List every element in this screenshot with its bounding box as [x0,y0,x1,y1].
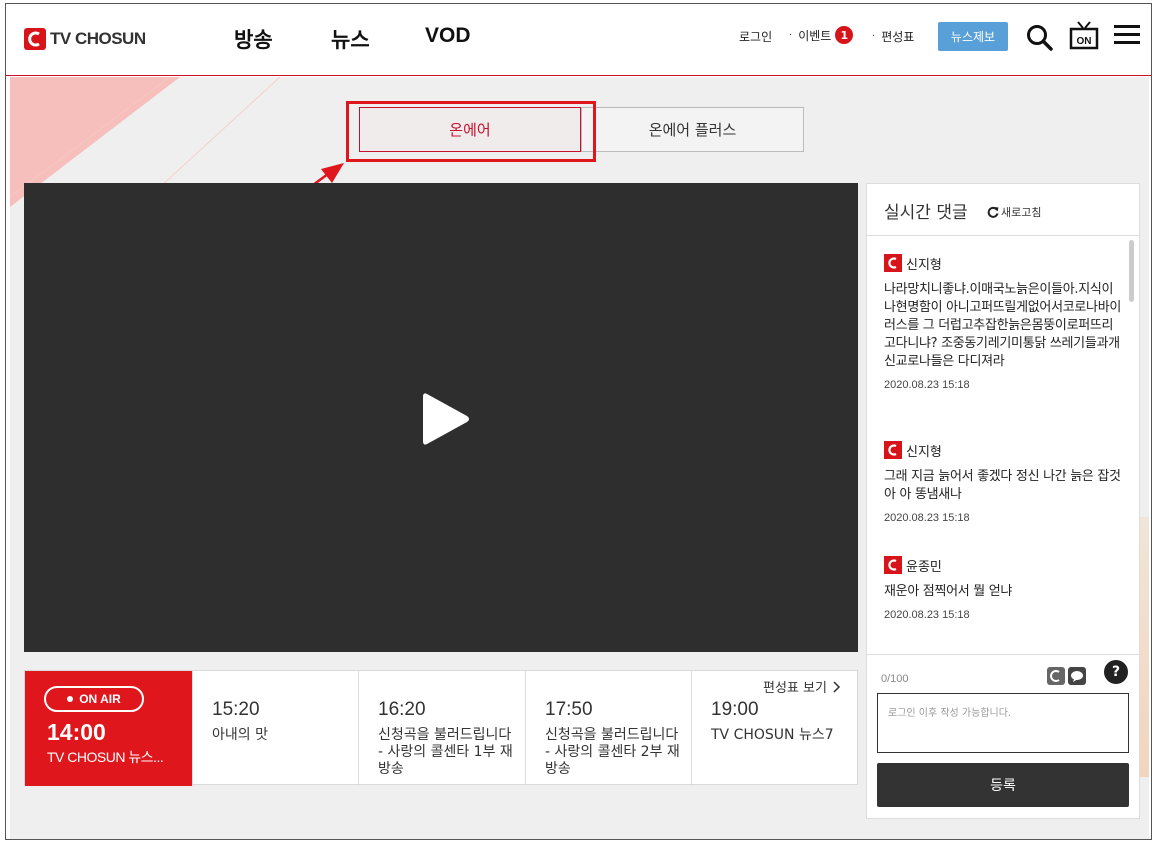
schedule-link[interactable]: · 편성표 [872,28,914,45]
schedule-label: 편성표 [881,30,915,44]
live-dot-icon [67,696,74,702]
comment-item: 윤종민 재운아 점찍어서 뭘 얻냐 2020.08.23 15:18 [884,555,1124,621]
svg-text:ON: ON [1077,36,1092,47]
comment-author: 윤종민 [884,555,1124,575]
slot-time: 17:50 [545,699,593,720]
slot-title: 신청곡을 불러드립니다 - 사랑의 콜센타 1부 재방송 [378,727,513,777]
slot-title: 신청곡을 불러드립니다 - 사랑의 콜센타 2부 재방송 [545,727,680,777]
help-icon[interactable]: ? [1104,660,1128,684]
submit-comment-button[interactable]: 등록 [877,763,1129,807]
schedule-strip: ON AIR 14:00 TV CHOSUN 뉴스... 15:20 아내의 맛… [24,670,858,786]
comment-item: 신지형 나라망치니좋냐.이매국노늙은이들아.지식이나현명함이 아니고퍼뜨릴게없어… [884,253,1124,391]
comment-date: 2020.08.23 15:18 [884,379,970,391]
nav-broadcast[interactable]: 방송 [234,24,273,54]
slot-time: 15:20 [212,699,260,720]
comment-author-name: 윤종민 [906,559,942,575]
browser-frame: TV CHOSUN 방송 뉴스 VOD 로그인 · 이벤트 1 · 편성표 뉴스… [5,3,1152,840]
comments-list[interactable]: 신지형 나라망치니좋냐.이매국노늙은이들아.지식이나현명함이 아니고퍼뜨릴게없어… [867,237,1139,652]
comments-title: 실시간 댓글 [884,203,968,223]
menu-icon[interactable] [1114,24,1140,50]
video-player[interactable] [24,183,858,652]
slot-title: 아내의 맛 [212,727,268,743]
char-count: 0/100 [881,673,909,685]
nav-news[interactable]: 뉴스 [331,24,370,54]
comment-text: 재운아 점찍어서 뭘 얻냐 [884,584,1013,599]
slot-time: 19:00 [711,699,759,720]
comment-author-name: 신지형 [906,257,942,273]
refresh-button[interactable]: 새로고침 [987,204,1041,220]
separator-dot: · [872,31,876,42]
annotation-highlight-box [346,101,596,162]
comment-compose: 0/100 ? 로그인 이후 작성 가능합니다. 등록 [867,654,1139,820]
login-link[interactable]: 로그인 [739,28,772,45]
onair-current[interactable]: ON AIR 14:00 TV CHOSUN 뉴스... [25,671,192,786]
comments-header: 실시간 댓글 새로고침 [867,184,1139,236]
tv-chosun-login-icon[interactable] [1047,667,1065,685]
refresh-icon [987,206,999,218]
comment-item: 신지형 그래 지금 늙어서 좋겠다 정신 나간 늙은 잡것아 아 똥냄새나 20… [884,440,1124,524]
refresh-label: 새로고침 [1001,206,1042,219]
event-label: 이벤트 [798,28,832,43]
event-count-badge: 1 [835,26,854,44]
comment-author: 신지형 [884,253,1124,273]
login-label: 로그인 [739,30,773,44]
search-icon[interactable] [1026,24,1054,56]
schedule-slot[interactable]: 16:20 신청곡을 불러드립니다 - 사랑의 콜센타 1부 재방송 [358,671,525,786]
talk-login-icon[interactable] [1068,667,1086,685]
onair-program: TV CHOSUN 뉴스... [47,749,164,765]
comment-date: 2020.08.23 15:18 [884,512,970,524]
comment-text: 나라망치니좋냐.이매국노늙은이들아.지식이나현명함이 아니고퍼뜨릴게없어서코로나… [884,282,1122,369]
tv-chosun-logo-icon [884,254,902,272]
site-header: TV CHOSUN 방송 뉴스 VOD 로그인 · 이벤트 1 · 편성표 뉴스… [6,4,1151,76]
comment-text: 그래 지금 늙어서 좋겠다 정신 나간 늙은 잡것아 아 똥냄새나 [884,469,1121,502]
comment-date: 2020.08.23 15:18 [884,609,970,621]
onair-page: 온에어 온에어 플러스 ON AIR 14:00 TV CHOSUN 뉴스...… [10,77,1149,839]
comment-author: 신지형 [884,440,1124,460]
comments-scrollbar[interactable] [1129,240,1134,302]
comment-input[interactable]: 로그인 이후 작성 가능합니다. [877,693,1129,753]
onair-badge: ON AIR [44,686,144,712]
live-comments-panel: 실시간 댓글 새로고침 신지형 나라망치니좋냐.이매국노늙은이들아.지식이나현명… [866,183,1140,819]
comment-author-name: 신지형 [906,444,942,460]
chevron-right-icon [833,680,840,693]
tv-chosun-logo-icon [24,28,46,50]
separator-dot: · [789,29,793,41]
logo[interactable]: TV CHOSUN [24,26,146,52]
view-schedule-link[interactable]: 편성표 보기 [763,677,841,696]
tv-chosun-logo-icon [884,441,902,459]
slot-title: TV CHOSUN 뉴스7 [711,727,834,743]
tv-on-icon[interactable]: ON [1069,20,1099,56]
slot-time: 16:20 [378,699,426,720]
schedule-slot[interactable]: 17:50 신청곡을 불러드립니다 - 사랑의 콜센타 2부 재방송 [525,671,692,786]
schedule-slot[interactable]: 15:20 아내의 맛 [192,671,359,786]
tab-onair-plus[interactable]: 온에어 플러스 [581,107,804,152]
onair-time: 14:00 [47,719,106,745]
event-link[interactable]: · 이벤트 1 [789,26,854,44]
news-tip-button[interactable]: 뉴스제보 [938,22,1008,51]
play-icon[interactable] [415,388,475,454]
nav-vod[interactable]: VOD [425,24,471,48]
logo-text: TV CHOSUN [50,29,146,48]
view-schedule-label: 편성표 보기 [763,681,827,696]
tv-chosun-logo-icon [884,556,902,574]
onair-badge-label: ON AIR [79,692,121,706]
